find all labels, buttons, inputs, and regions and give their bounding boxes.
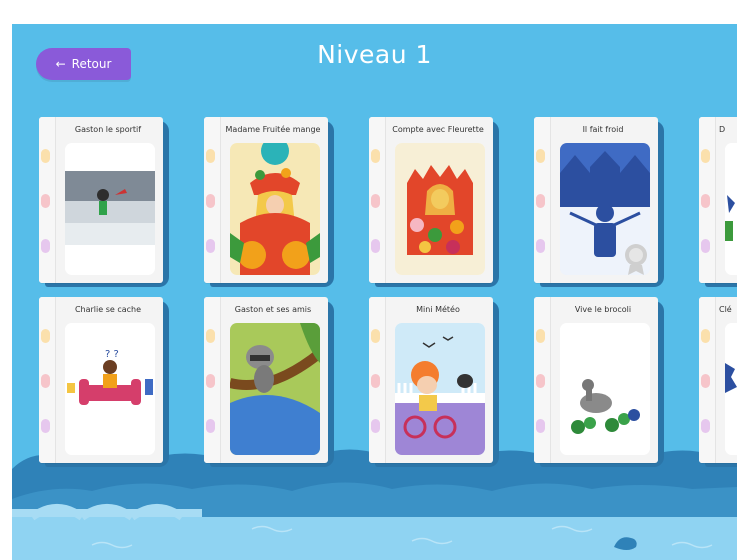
book-cover — [560, 143, 650, 275]
book-cover — [230, 323, 320, 455]
book-card[interactable]: Mini Météo — [369, 297, 499, 467]
book-title: D — [719, 125, 726, 134]
book-cover — [725, 323, 737, 455]
book-cover: ? ? — [65, 323, 155, 455]
book-title: Gaston et ses amis — [234, 305, 312, 314]
book-card[interactable]: Gaston et ses amis — [204, 297, 334, 467]
book-cover — [395, 143, 485, 275]
page-title: Niveau 1 — [317, 40, 432, 69]
book-card[interactable]: Madame Fruitée mange — [204, 117, 334, 287]
book-title: Il fait froid — [582, 125, 624, 134]
book-card[interactable]: Gaston le sportif — [39, 117, 169, 287]
svg-text:? ?: ? ? — [105, 349, 119, 360]
book-title: Compte avec Fleurette — [392, 125, 484, 134]
book-cover — [395, 323, 485, 455]
book-title: Madame Fruitée mange — [225, 125, 321, 134]
book-cover — [560, 323, 650, 455]
book-title: Charlie se cache — [74, 305, 142, 314]
book-cover — [65, 143, 155, 275]
book-card[interactable]: Vive le brocoli — [534, 297, 664, 467]
book-card[interactable]: Charlie se cache ? ? — [39, 297, 169, 467]
book-title: Gaston le sportif — [74, 125, 142, 134]
level-screen: ← Retour Niveau 1 Gaston le sportif Mada… — [12, 24, 737, 560]
book-cover — [230, 143, 320, 275]
book-title: Clé — [719, 305, 732, 314]
book-title: Vive le brocoli — [574, 305, 632, 314]
book-card[interactable]: Clé — [699, 297, 737, 467]
book-card[interactable]: D — [699, 117, 737, 287]
book-card[interactable]: Il fait froid ✔ — [534, 117, 664, 287]
book-card[interactable]: Compte avec Fleurette — [369, 117, 499, 287]
book-title: Mini Météo — [416, 305, 460, 314]
book-cover — [725, 143, 737, 275]
